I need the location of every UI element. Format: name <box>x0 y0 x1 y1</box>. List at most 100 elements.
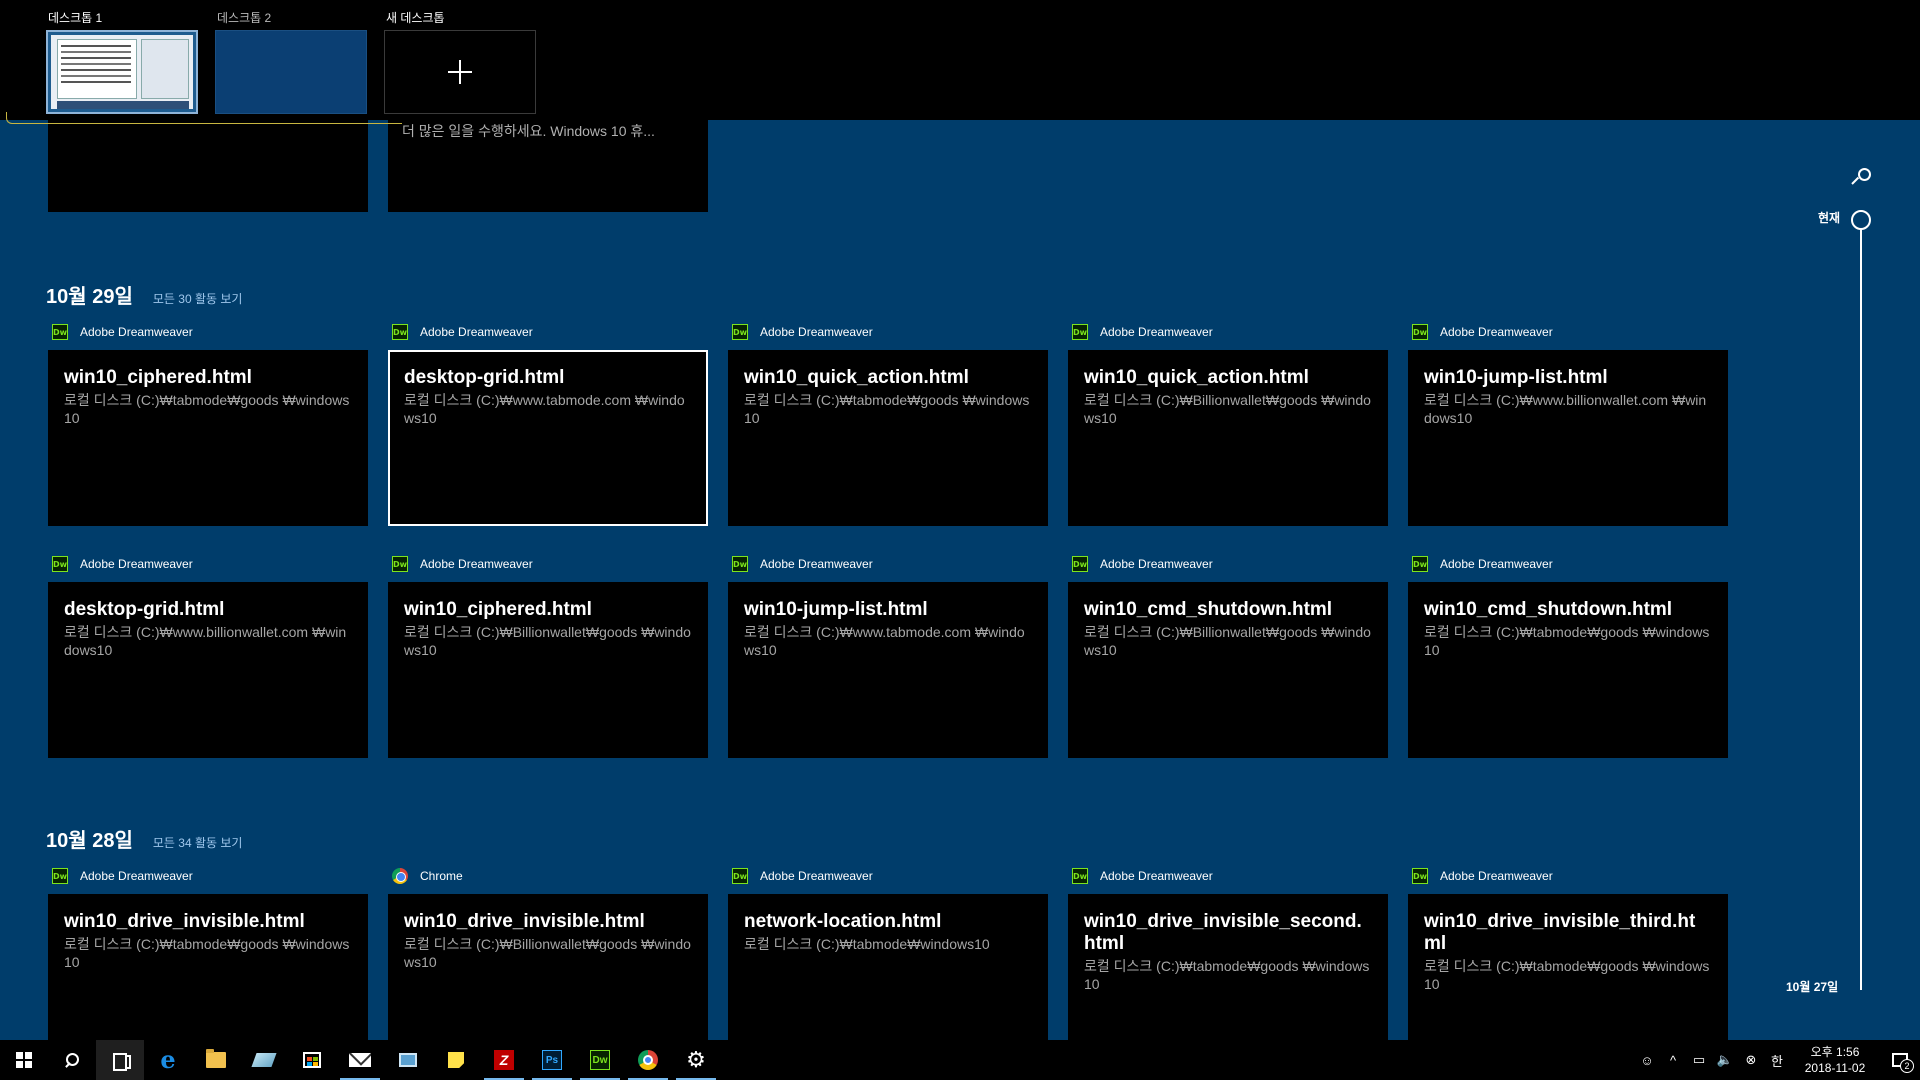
taskbar-search-button[interactable] <box>48 1040 96 1080</box>
card-title: win10_drive_invisible.html <box>64 911 305 932</box>
activity-card[interactable]: Dw Adobe Dreamweaver win10_ciphered.html 로… <box>388 552 708 758</box>
card-title: win10_quick_action.html <box>744 367 969 388</box>
card-app-row: Dw Adobe Dreamweaver <box>48 552 368 576</box>
activity-tile[interactable]: network-location.html 로컬 디스크 (C:)₩tabmode… <box>728 894 1048 1044</box>
card-path: 로컬 디스크 (C:)₩tabmode₩windows10 <box>744 936 990 952</box>
app-name: Adobe Dreamweaver <box>1440 325 1553 339</box>
partial-activity-card-1[interactable] <box>48 120 368 212</box>
news-button[interactable] <box>384 1040 432 1080</box>
activity-tile[interactable]: win10_drive_invisible.html 로컬 디스크 (C:)₩ta… <box>48 894 368 1044</box>
card-path: 로컬 디스크 (C:)₩tabmode₩goods ₩windows10 <box>1424 624 1710 658</box>
sticky-notes-button[interactable] <box>432 1040 480 1080</box>
activity-card[interactable]: Dw Adobe Dreamweaver win10_drive_invisibl… <box>1068 864 1388 1044</box>
activity-card[interactable]: Dw Adobe Dreamweaver win10_quick_action.h… <box>728 320 1048 526</box>
card-app-row: Dw Adobe Dreamweaver <box>1068 320 1388 344</box>
activity-card[interactable]: Dw Adobe Dreamweaver win10_drive_invisibl… <box>48 864 368 1044</box>
dreamweaver-icon: Dw <box>732 868 748 884</box>
activity-tile[interactable]: win10_drive_invisible_second.html 로컬 디스크 … <box>1068 894 1388 1044</box>
activity-card[interactable]: Dw Adobe Dreamweaver win10_quick_action.h… <box>1068 320 1388 526</box>
dreamweaver-icon: Dw <box>52 324 68 340</box>
activity-card[interactable]: Dw Adobe Dreamweaver win10-jump-list.html… <box>728 552 1048 758</box>
card-app-row: Dw Adobe Dreamweaver <box>48 320 368 344</box>
card-title: win10_ciphered.html <box>64 367 252 388</box>
activity-card[interactable]: Chrome win10_drive_invisible.html 로컬 디스크 … <box>388 864 708 1044</box>
settings-button[interactable]: ⚙ <box>672 1040 720 1080</box>
eraser-app-button[interactable] <box>240 1040 288 1080</box>
dreamweaver-icon: Dw <box>392 324 408 340</box>
activity-card[interactable]: Dw Adobe Dreamweaver network-location.htm… <box>728 864 1048 1044</box>
timeline-search-icon[interactable] <box>1851 168 1872 188</box>
activity-tile[interactable]: win10_cmd_shutdown.html 로컬 디스크 (C:)₩tabmo… <box>1408 582 1728 758</box>
activity-tile[interactable]: desktop-grid.html 로컬 디스크 (C:)₩www.billion… <box>48 582 368 758</box>
dreamweaver-icon: Dw <box>52 868 68 884</box>
activity-tile[interactable]: win10_cmd_shutdown.html 로컬 디스크 (C:)₩Billi… <box>1068 582 1388 758</box>
chevron-up-icon[interactable]: ^ <box>1660 1040 1686 1080</box>
edge-button[interactable]: e <box>144 1040 192 1080</box>
card-app-row: Chrome <box>388 864 708 888</box>
partial-card-text: 더 많은 일을 수행하세요. Windows 10 휴... <box>402 123 655 139</box>
app-name: Adobe Dreamweaver <box>80 557 193 571</box>
activity-card[interactable]: Dw Adobe Dreamweaver desktop-grid.html 로컬 … <box>48 552 368 758</box>
ime-indicator[interactable]: 한 <box>1764 1040 1790 1080</box>
mail-button[interactable] <box>336 1040 384 1080</box>
photoshop-button[interactable]: Ps <box>528 1040 576 1080</box>
activity-tile[interactable]: win10-jump-list.html 로컬 디스크 (C:)₩www.tabm… <box>728 582 1048 758</box>
activity-tile[interactable]: win10_drive_invisible_third.html 로컬 디스크 (… <box>1408 894 1728 1044</box>
action-center-button[interactable]: 2 <box>1880 1040 1920 1080</box>
activity-card[interactable]: Dw Adobe Dreamweaver desktop-grid.html 로컬 … <box>388 320 708 526</box>
activity-card[interactable]: Dw Adobe Dreamweaver win10_ciphered.html 로… <box>48 320 368 526</box>
filezilla-button[interactable]: Z <box>480 1040 528 1080</box>
card-app-row: Dw Adobe Dreamweaver <box>1068 552 1388 576</box>
activity-tile[interactable]: win10_drive_invisible.html 로컬 디스크 (C:)₩Bi… <box>388 894 708 1044</box>
dreamweaver-icon: Dw <box>732 556 748 572</box>
timeline-track[interactable] <box>1860 228 1862 990</box>
activity-card[interactable]: Dw Adobe Dreamweaver win10_cmd_shutdown.h… <box>1068 552 1388 758</box>
store-icon <box>303 1052 321 1068</box>
card-app-row: Dw Adobe Dreamweaver <box>728 552 1048 576</box>
timeline-scrubber-handle[interactable] <box>1851 210 1871 230</box>
activity-tile[interactable]: win10_quick_action.html 로컬 디스크 (C:)₩tabmo… <box>728 350 1048 526</box>
activity-card[interactable]: Dw Adobe Dreamweaver win10_drive_invisibl… <box>1408 864 1728 1044</box>
clock[interactable]: 오후 1:56 2018-11-02 <box>1796 1044 1874 1076</box>
store-button[interactable] <box>288 1040 336 1080</box>
clock-date: 2018-11-02 <box>1804 1061 1866 1075</box>
mail-icon <box>349 1053 371 1067</box>
activity-tile[interactable]: win10_quick_action.html 로컬 디스크 (C:)₩Billi… <box>1068 350 1388 526</box>
dreamweaver-button[interactable]: Dw <box>576 1040 624 1080</box>
timeline-date-label: 10월 27일 <box>1786 980 1839 994</box>
card-path: 로컬 디스크 (C:)₩www.billionwallet.com ₩windo… <box>1424 392 1707 426</box>
card-path: 로컬 디스크 (C:)₩tabmode₩goods ₩windows10 <box>1424 958 1710 992</box>
activity-tile[interactable]: win10-jump-list.html 로컬 디스크 (C:)₩www.bill… <box>1408 350 1728 526</box>
activity-tile[interactable]: win10_ciphered.html 로컬 디스크 (C:)₩Billionwa… <box>388 582 708 758</box>
card-app-row: Dw Adobe Dreamweaver <box>388 552 708 576</box>
task-view-button[interactable] <box>96 1040 144 1080</box>
see-all-activities-link[interactable]: 모든 30 활동 보기 <box>153 290 243 307</box>
desktop-1-thumbnail[interactable] <box>46 30 198 114</box>
chrome-icon <box>638 1050 658 1070</box>
network-icon[interactable]: ▭ <box>1686 1040 1712 1080</box>
activity-tile[interactable]: win10_ciphered.html 로컬 디스크 (C:)₩tabmode₩g… <box>48 350 368 526</box>
new-desktop-button[interactable] <box>384 30 536 114</box>
windows-start-icon <box>16 1052 32 1068</box>
card-title: win10-jump-list.html <box>1424 367 1608 388</box>
chrome-button[interactable] <box>624 1040 672 1080</box>
news-icon <box>399 1053 417 1067</box>
activity-card[interactable]: Dw Adobe Dreamweaver win10-jump-list.html… <box>1408 320 1728 526</box>
stop-icon[interactable]: ⊗ <box>1738 1040 1764 1080</box>
card-title: desktop-grid.html <box>64 599 225 620</box>
activity-tile-selected[interactable]: desktop-grid.html 로컬 디스크 (C:)₩www.tabmode… <box>388 350 708 526</box>
section-date: 10월 29일 <box>46 286 133 308</box>
file-explorer-button[interactable] <box>192 1040 240 1080</box>
card-path: 로컬 디스크 (C:)₩www.billionwallet.com ₩windo… <box>64 624 347 658</box>
start-button[interactable] <box>0 1040 48 1080</box>
card-path: 로컬 디스크 (C:)₩Billionwallet₩goods ₩windows… <box>1084 392 1371 426</box>
file-explorer-icon <box>206 1049 226 1068</box>
card-title: win10_drive_invisible_third.html <box>1424 911 1696 954</box>
desktop-2-thumbnail[interactable] <box>215 30 367 114</box>
people-icon[interactable]: ☺ <box>1634 1040 1660 1080</box>
timeline-now-label: 현재 <box>1818 211 1841 225</box>
activity-card[interactable]: Dw Adobe Dreamweaver win10_cmd_shutdown.h… <box>1408 552 1728 758</box>
app-name: Adobe Dreamweaver <box>420 557 533 571</box>
volume-icon[interactable]: 🔈 <box>1712 1040 1738 1080</box>
see-all-activities-link[interactable]: 모든 34 활동 보기 <box>153 834 243 851</box>
